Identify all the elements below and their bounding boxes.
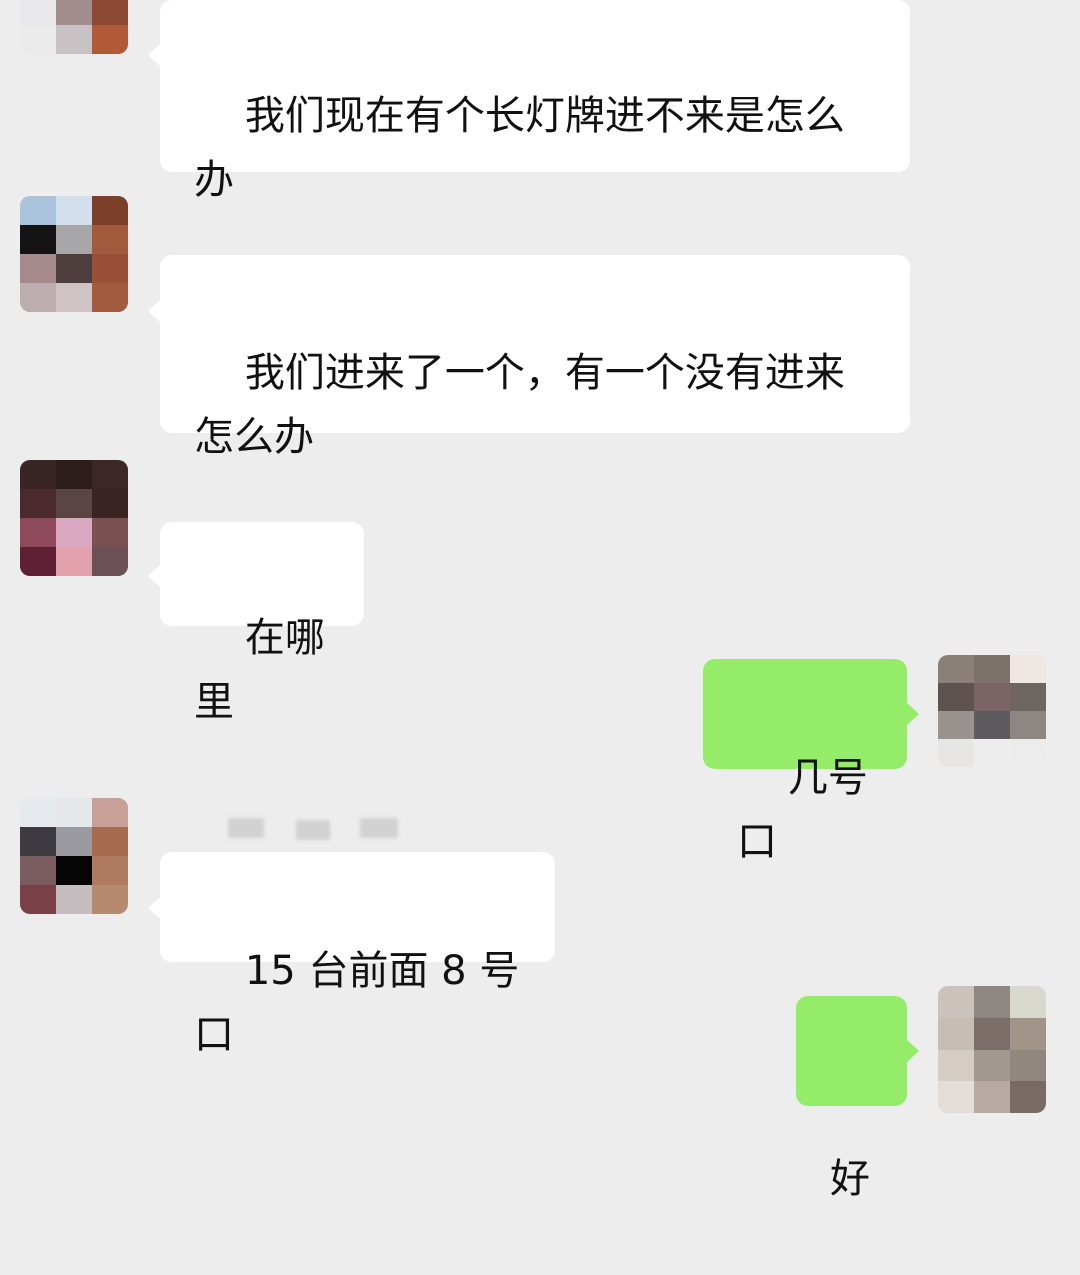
bubble-tail — [907, 703, 919, 725]
avatar[interactable] — [20, 196, 128, 312]
bubble-tail — [148, 300, 160, 322]
message-bubble[interactable]: 几号口 — [703, 659, 907, 865]
sender-name-blurred — [228, 818, 264, 838]
message-text: 几号口 — [737, 755, 868, 865]
sender-name-blurred — [296, 820, 330, 840]
avatar[interactable] — [20, 798, 128, 914]
sender-name-blurred — [360, 818, 398, 838]
avatar[interactable] — [20, 460, 128, 576]
bubble-tail — [148, 44, 160, 66]
bubble-tail — [148, 565, 160, 587]
avatar[interactable] — [938, 986, 1046, 1113]
message-text: 15 台前面 8 号口 — [194, 948, 520, 1058]
bubble-tail — [907, 1040, 919, 1062]
message-bubble[interactable]: 15 台前面 8 号口 — [160, 852, 555, 1058]
message-bubble[interactable]: 我们现在有个长灯牌进不来是怎么 办 — [160, 0, 910, 203]
avatar[interactable] — [20, 0, 128, 54]
avatar[interactable] — [938, 655, 1046, 767]
bubble-tail — [148, 897, 160, 919]
message-text: 我们现在有个长灯牌进不来是怎么 办 — [194, 93, 845, 203]
message-text: 我们进来了一个，有一个没有进来 怎么办 — [194, 350, 845, 460]
message-bubble[interactable]: 好 — [796, 996, 907, 1202]
message-bubble[interactable]: 我们进来了一个，有一个没有进来 怎么办 — [160, 255, 910, 460]
message-bubble[interactable]: 在哪里 — [160, 522, 364, 725]
message-text: 在哪里 — [194, 615, 325, 725]
chat-view: 我们现在有个长灯牌进不来是怎么 办 我们进来了一个，有一个没有进来 怎么办 在哪… — [0, 0, 1080, 1202]
message-text: 好 — [830, 1156, 870, 1202]
